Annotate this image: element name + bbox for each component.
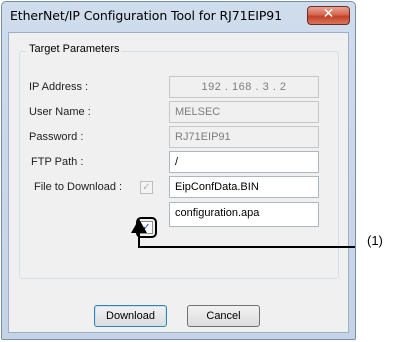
ip-octet-1: 192 bbox=[201, 81, 222, 93]
ip-address-field[interactable]: 192 . 168 . 3 . 2 bbox=[169, 76, 319, 98]
password-label: Password : bbox=[29, 131, 84, 143]
user-name-label: User Name : bbox=[29, 106, 91, 118]
download-button[interactable]: Download bbox=[94, 305, 167, 327]
eipconfdata-checkbox[interactable]: ✓ bbox=[140, 181, 153, 194]
ip-octet-3: 3 bbox=[262, 81, 270, 93]
ip-separator: . bbox=[224, 81, 229, 93]
user-name-field[interactable]: MELSEC bbox=[169, 101, 319, 123]
title-bar[interactable]: EtherNet/IP Configuration Tool for RJ71E… bbox=[2, 2, 355, 29]
check-mark-icon: ✓ bbox=[142, 222, 151, 233]
configuration-apa-checkbox[interactable]: ✓ bbox=[140, 221, 153, 234]
dialog-window: EtherNet/IP Configuration Tool for RJ71E… bbox=[1, 1, 356, 340]
password-field[interactable]: RJ71EIP91 bbox=[169, 126, 319, 148]
ftp-path-field[interactable]: / bbox=[169, 151, 319, 173]
ip-octet-2: 168 bbox=[232, 81, 252, 93]
eipconfdata-file-field[interactable]: EipConfData.BIN bbox=[169, 176, 319, 198]
ip-separator: . bbox=[272, 81, 277, 93]
dialog-client-area: Target Parameters IP Address : 192 . 168… bbox=[8, 32, 349, 333]
ip-separator: . bbox=[255, 81, 260, 93]
file-to-download-label: File to Download : bbox=[34, 181, 123, 193]
close-button[interactable]: ✕ bbox=[307, 6, 350, 25]
check-mark-icon: ✓ bbox=[142, 182, 151, 193]
configuration-apa-file-field[interactable]: configuration.apa bbox=[169, 202, 319, 227]
window-title: EtherNet/IP Configuration Tool for RJ71E… bbox=[10, 8, 282, 23]
target-parameters-group: Target Parameters IP Address : 192 . 168… bbox=[19, 43, 339, 279]
close-icon: ✕ bbox=[322, 6, 335, 22]
cancel-button[interactable]: Cancel bbox=[187, 305, 260, 327]
ip-address-label: IP Address : bbox=[29, 81, 89, 93]
group-title: Target Parameters bbox=[26, 43, 123, 55]
callout-label: (1) bbox=[367, 233, 383, 248]
ip-octet-4: 2 bbox=[279, 81, 287, 93]
ftp-path-label: FTP Path : bbox=[31, 156, 84, 168]
